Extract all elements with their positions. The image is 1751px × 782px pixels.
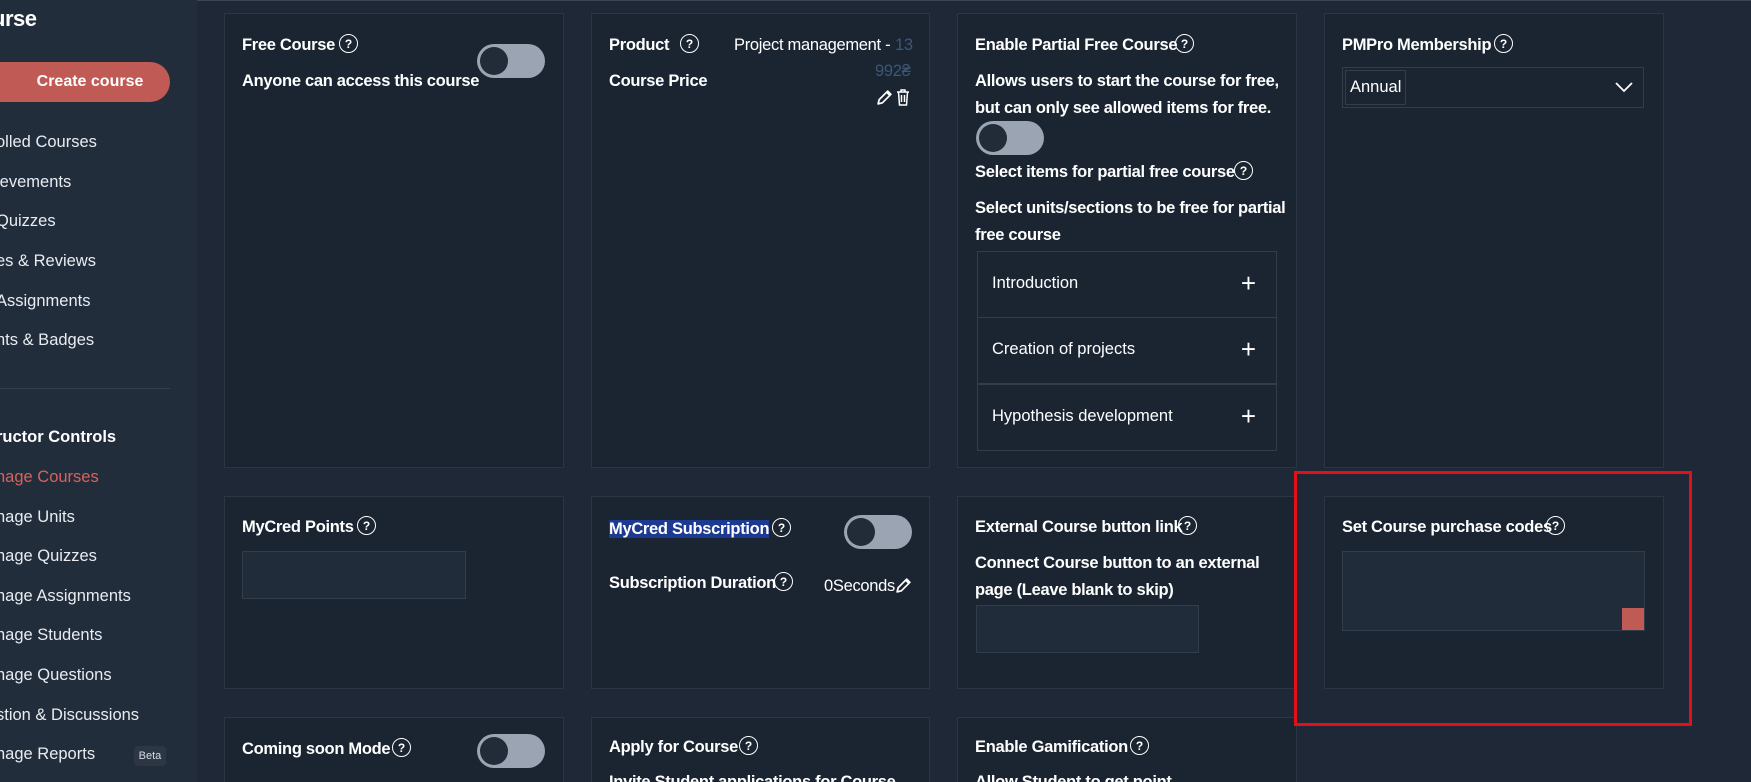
product-card: Product ? Project management - 13 Course… [591,13,930,468]
help-icon[interactable]: ? [774,572,793,591]
mycred-points-label: MyCred Points [242,518,354,536]
help-icon[interactable]: ? [1494,34,1513,53]
free-course-description: Anyone can access this course [242,72,480,90]
sidebar-item-manage-students[interactable]: nage Students [0,626,102,645]
plus-icon[interactable]: + [1241,403,1256,429]
sidebar-divider [0,388,170,389]
mycred-subscription-toggle[interactable] [844,515,912,549]
subscription-duration-value: 0Seconds [824,577,895,595]
create-course-button[interactable]: Create course [0,62,170,102]
pmpro-card: PMPro Membership ? Annual [1324,13,1664,468]
sidebar-item-manage-assignments[interactable]: nage Assignments [0,587,131,606]
sidebar-item-manage-reports[interactable]: nage Reports [0,745,95,764]
partial-items-label: Select items for partial free course [975,163,1235,181]
external-link-label: External Course button link [975,518,1183,536]
plus-icon[interactable]: + [1241,270,1256,296]
help-icon[interactable]: ? [680,34,699,53]
unit-row-introduction[interactable]: Introduction + [977,251,1277,318]
help-icon[interactable]: ? [1175,34,1194,53]
apply-course-description: Invite Student applications for Course [609,773,896,782]
partial-free-description-line1: Allows users to start the course for fre… [975,72,1279,90]
plus-icon[interactable]: + [1241,336,1256,362]
help-icon[interactable]: ? [739,736,758,755]
pencil-icon[interactable] [895,577,912,594]
unit-row-creation-of-projects[interactable]: Creation of projects + [977,317,1277,384]
pmpro-label: PMPro Membership [1342,36,1492,54]
highlight-box [1294,471,1692,726]
pencil-icon[interactable] [876,89,893,106]
sidebar-item-assignments[interactable]: Assignments [0,292,90,311]
mycred-subscription-label: MyCred Subscription [609,520,770,538]
mycred-points-card: MyCred Points ? [224,496,564,689]
gamification-description: Allow Student to get point [975,773,1172,782]
sidebar-section-heading: ructor Controls [0,428,117,446]
external-link-input[interactable] [976,605,1199,653]
help-icon[interactable]: ? [1234,161,1253,180]
unit-row-hypothesis-development[interactable]: Hypothesis development + [977,384,1277,451]
beta-badge: Beta [134,746,166,766]
sidebar-item-achievements[interactable]: ievements [0,173,71,192]
mycred-points-input[interactable] [242,551,466,599]
partial-free-label: Enable Partial Free Course [975,36,1178,54]
external-link-description-line1: Connect Course button to an external [975,554,1260,572]
gamification-label: Enable Gamification [975,738,1128,756]
free-course-label: Free Course [242,36,335,54]
coming-soon-toggle[interactable] [477,734,545,768]
mycred-subscription-card: MyCred Subscription ? Subscription Durat… [591,496,930,689]
sidebar-item-manage-courses[interactable]: nage Courses [0,468,99,487]
partial-units-line2: free course [975,226,1061,244]
external-link-description-line2: page (Leave blank to skip) [975,581,1174,599]
help-icon[interactable]: ? [772,518,791,537]
pmpro-selected-value: Annual [1345,70,1407,105]
chevron-down-icon [1615,82,1633,93]
product-price-part1: 13 [895,36,913,54]
course-price-label: Course Price [609,72,708,90]
free-course-toggle[interactable] [477,44,545,78]
help-icon[interactable]: ? [357,516,376,535]
top-border [197,0,1751,1]
sidebar-item-discussions[interactable]: stion & Discussions [0,706,139,725]
sidebar-item-quizzes[interactable]: Quizzes [0,212,56,231]
apply-course-label: Apply for Course [609,738,739,756]
help-icon[interactable]: ? [392,738,411,757]
coming-soon-card: Coming soon Mode ? [224,717,564,782]
help-icon[interactable]: ? [1130,736,1149,755]
product-label: Product [609,36,670,54]
product-price-part2: 992₴ [875,62,911,80]
sidebar-item-reviews[interactable]: es & Reviews [0,252,96,271]
sidebar: urse Create course olled Courses ievemen… [0,0,197,782]
unit-label: Introduction [992,274,1079,292]
subscription-duration-label: Subscription Duration [609,574,776,592]
product-value[interactable]: Project management - [734,36,891,55]
help-icon[interactable]: ? [339,34,358,53]
sidebar-item-badges[interactable]: nts & Badges [0,331,94,350]
unit-label: Hypothesis development [992,407,1173,425]
help-icon[interactable]: ? [1178,516,1197,535]
gamification-card: Enable Gamification ? Allow Student to g… [957,717,1297,782]
trash-icon[interactable] [896,89,910,106]
sidebar-item-manage-quizzes[interactable]: nage Quizzes [0,547,97,566]
sidebar-item-manage-units[interactable]: nage Units [0,508,75,527]
coming-soon-label: Coming soon Mode [242,740,391,758]
free-course-card: Free Course ? Anyone can access this cou… [224,13,564,468]
sidebar-title: urse [0,6,37,31]
unit-label: Creation of projects [992,340,1136,358]
pmpro-select[interactable]: Annual [1342,67,1644,108]
partial-units-line1: Select units/sections to be free for par… [975,199,1286,217]
sidebar-item-manage-questions[interactable]: nage Questions [0,666,112,685]
sidebar-item-enrolled-courses[interactable]: olled Courses [0,133,97,152]
partial-free-toggle[interactable] [976,121,1044,155]
partial-free-card: Enable Partial Free Course ? Allows user… [957,13,1297,468]
apply-course-card: Apply for Course ? Invite Student applic… [591,717,930,782]
external-link-card: External Course button link ? Connect Co… [957,496,1297,689]
partial-free-description-line2: but can only see allowed items for free. [975,99,1272,117]
